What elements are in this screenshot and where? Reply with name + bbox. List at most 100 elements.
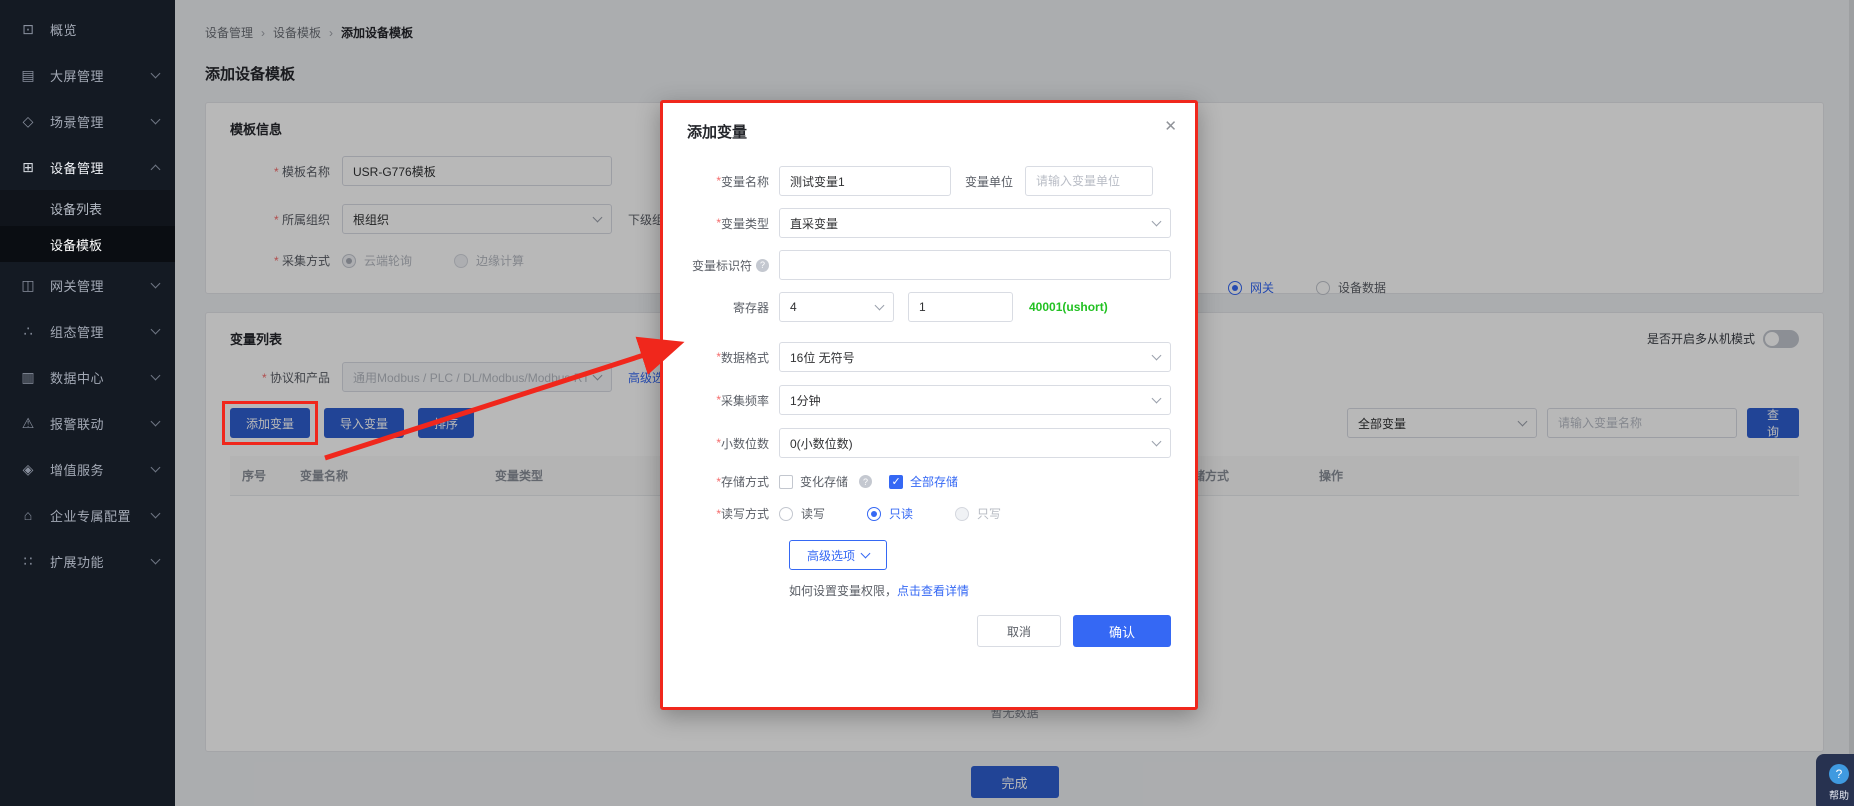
import-variable-button[interactable]: 导入变量 <box>324 408 404 438</box>
radio-read-write[interactable] <box>779 507 793 521</box>
data-format-label: 数据格式 <box>687 349 779 366</box>
variable-name-search-input[interactable] <box>1558 416 1726 430</box>
modal-title: 添加变量 <box>687 121 1171 142</box>
value-added-service-icon: ◈ <box>20 461 36 478</box>
chevron-down-icon <box>151 325 161 335</box>
chevron-down-icon <box>151 69 161 79</box>
register-result-hint: 40001(ushort) <box>1029 300 1108 314</box>
sidebar-item-data-center[interactable]: ▥ 数据中心 <box>0 354 175 400</box>
chevron-down-icon <box>151 417 161 427</box>
help-widget[interactable]: ? 帮助 <box>1816 754 1854 806</box>
sidebar-item-screen-mgmt[interactable]: ▤ 大屏管理 <box>0 52 175 98</box>
organization-label: 所属组织 <box>230 211 342 228</box>
sidebar-item-device-list[interactable]: 设备列表 <box>0 190 175 226</box>
register-type-select[interactable]: 4 <box>779 292 894 322</box>
sidebar-item-device-template[interactable]: 设备模板 <box>0 226 175 262</box>
main-content: 设备管理 › 设备模板 › 添加设备模板 添加设备模板 模板信息 模板名称 所属… <box>175 0 1854 806</box>
breadcrumb-separator: › <box>329 26 333 40</box>
chevron-down-icon <box>151 115 161 125</box>
decimals-select[interactable]: 0(小数位数) <box>779 428 1171 458</box>
sidebar-item-overview[interactable]: ⊡ 概览 <box>0 6 175 52</box>
checkbox-change-storage[interactable] <box>779 475 793 489</box>
sort-button[interactable]: 排序 <box>418 408 474 438</box>
radio-gateway[interactable] <box>1228 281 1242 295</box>
advanced-options-button[interactable]: 高级选项 <box>789 540 887 570</box>
chevron-down-icon <box>151 371 161 381</box>
chevron-down-icon <box>593 371 603 381</box>
app-root: ⊡ 概览 ▤ 大屏管理 ◇ 场景管理 ⊞ 设备管理 设备列表 设备模板 ◫ 网关… <box>0 0 1854 806</box>
search-button[interactable]: 查询 <box>1747 408 1799 438</box>
device-submenu: 设备列表 设备模板 <box>0 190 175 262</box>
view-details-link[interactable]: 点击查看详情 <box>897 584 969 598</box>
col-storage-mode: 存储方式 <box>1181 467 1319 484</box>
variable-unit-label: 变量单位 <box>965 173 1013 190</box>
enterprise-config-icon: ⌂ <box>20 507 36 523</box>
data-source-group: 网关 设备数据 <box>1228 279 1386 296</box>
variable-name-input[interactable] <box>790 174 940 188</box>
col-actions: 操作 <box>1319 467 1799 484</box>
data-format-select[interactable]: 16位 无符号 <box>779 342 1171 372</box>
identifier-field <box>779 250 1171 280</box>
radio-device-data[interactable] <box>1316 281 1330 295</box>
sidebar-item-extension[interactable]: ∷ 扩展功能 <box>0 538 175 584</box>
sidebar-item-enterprise-config[interactable]: ⌂ 企业专属配置 <box>0 492 175 538</box>
scrollbar[interactable] <box>1849 0 1854 806</box>
collect-freq-select[interactable]: 1分钟 <box>779 385 1171 415</box>
sidebar-item-device-mgmt[interactable]: ⊞ 设备管理 <box>0 144 175 190</box>
protocol-label: 协议和产品 <box>230 369 342 386</box>
cancel-button[interactable]: 取消 <box>977 615 1061 647</box>
sidebar-item-gateway-mgmt[interactable]: ◫ 网关管理 <box>0 262 175 308</box>
help-icon: ? <box>1829 764 1849 784</box>
rw-mode-label: 读写方式 <box>687 505 779 522</box>
alarm-linkage-icon: ⚠ <box>20 415 36 432</box>
chevron-down-icon <box>1152 437 1162 447</box>
variable-type-select[interactable]: 直采变量 <box>779 208 1171 238</box>
radio-cloud-polling[interactable] <box>342 254 356 268</box>
sidebar-item-value-added-service[interactable]: ◈ 增值服务 <box>0 446 175 492</box>
variable-name-search-field <box>1547 408 1737 438</box>
chevron-down-icon <box>861 549 871 559</box>
finish-button[interactable]: 完成 <box>971 766 1059 798</box>
variable-scope-select[interactable]: 全部变量 <box>1347 408 1537 438</box>
chevron-up-icon <box>151 164 161 174</box>
collect-mode-label: 采集方式 <box>230 252 342 269</box>
chevron-down-icon <box>875 301 885 311</box>
variable-name-field <box>779 166 951 196</box>
info-icon[interactable]: ? <box>756 259 769 272</box>
overview-icon: ⊡ <box>20 21 36 38</box>
add-variable-button[interactable]: 添加变量 <box>230 408 310 438</box>
chevron-down-icon <box>1152 351 1162 361</box>
variable-list-title: 变量列表 <box>230 329 282 348</box>
chevron-down-icon <box>151 509 161 519</box>
sidebar-item-alarm-linkage[interactable]: ⚠ 报警联动 <box>0 400 175 446</box>
radio-edge-computing[interactable] <box>454 254 468 268</box>
template-name-label: 模板名称 <box>230 163 342 180</box>
chevron-down-icon <box>151 463 161 473</box>
checkbox-all-storage[interactable] <box>889 475 903 489</box>
sidebar-item-scene-mgmt[interactable]: ◇ 场景管理 <box>0 98 175 144</box>
variable-unit-input[interactable] <box>1036 174 1142 188</box>
template-name-input[interactable] <box>353 164 601 178</box>
confirm-button[interactable]: 确认 <box>1073 615 1171 647</box>
close-icon[interactable]: ✕ <box>1164 119 1177 134</box>
variable-type-label: 变量类型 <box>687 215 779 232</box>
identifier-input[interactable] <box>790 258 1160 272</box>
gateway-mgmt-icon: ◫ <box>20 277 36 294</box>
radio-write-only[interactable] <box>955 507 969 521</box>
variable-unit-field <box>1025 166 1153 196</box>
register-address-input[interactable] <box>919 300 1002 314</box>
info-icon[interactable]: ? <box>859 475 872 488</box>
chevron-down-icon <box>151 555 161 565</box>
sidebar-item-configuration-mgmt[interactable]: ∴ 组态管理 <box>0 308 175 354</box>
decimals-label: 小数位数 <box>687 435 779 452</box>
breadcrumb-item[interactable]: 设备管理 <box>205 24 253 41</box>
multi-slave-toggle[interactable] <box>1763 330 1799 348</box>
page-title: 添加设备模板 <box>205 63 1824 84</box>
device-mgmt-icon: ⊞ <box>20 159 36 176</box>
collect-freq-label: 采集频率 <box>687 392 779 409</box>
protocol-select[interactable]: 通用Modbus / PLC / DL/Modbus/Modbus RT <box>342 362 612 392</box>
radio-read-only[interactable] <box>867 507 881 521</box>
breadcrumb-item[interactable]: 设备模板 <box>273 24 321 41</box>
chevron-down-icon <box>1152 394 1162 404</box>
organization-select[interactable]: 根组织 <box>342 204 612 234</box>
